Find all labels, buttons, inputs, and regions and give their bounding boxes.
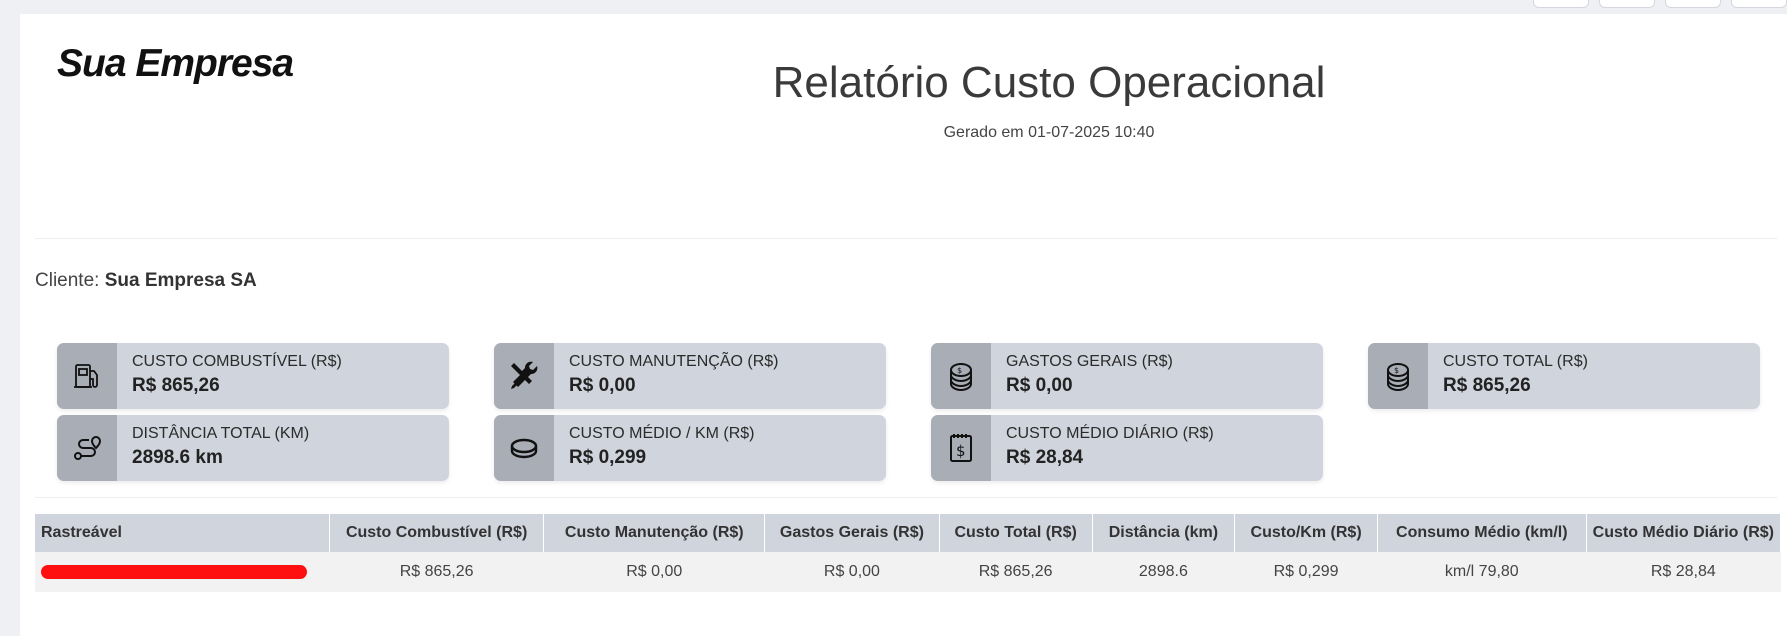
client-line: Cliente: Sua Empresa SA xyxy=(35,270,257,292)
report-page: Sua Empresa Relatório Custo Operacional … xyxy=(20,14,1787,636)
card-general-expenses: $ GASTOS GERAIS (R$) R$ 0,00 xyxy=(931,343,1323,409)
col-total-cost[interactable]: Custo Total (R$) xyxy=(939,514,1093,552)
company-logo: Sua Empresa xyxy=(57,42,294,85)
redaction-mark xyxy=(41,564,307,579)
divider xyxy=(35,238,1777,239)
table-header-row: Rastreável Custo Combustível (R$) Custo … xyxy=(35,514,1782,552)
cell-distance: 2898.6 xyxy=(1092,552,1235,592)
col-avg-daily-cost[interactable]: Custo Médio Diário (R$) xyxy=(1586,514,1782,552)
tools-icon xyxy=(494,343,554,409)
card-label: CUSTO MÉDIO / KM (R$) xyxy=(569,425,755,442)
card-total-distance: DISTÂNCIA TOTAL (KM) 2898.6 km xyxy=(57,415,449,481)
fuel-pump-icon xyxy=(57,343,117,409)
card-value: R$ 0,00 xyxy=(569,375,636,396)
col-trackable[interactable]: Rastreável xyxy=(35,514,330,552)
top-tab[interactable] xyxy=(1731,0,1787,8)
svg-text:$: $ xyxy=(956,442,966,460)
card-value: R$ 28,84 xyxy=(1006,447,1084,468)
card-value: R$ 0,00 xyxy=(1006,375,1073,396)
divider xyxy=(35,497,1777,498)
receipt-icon: $ xyxy=(931,415,991,481)
cell-total-cost: R$ 865,26 xyxy=(939,552,1093,592)
cell-trackable-redacted xyxy=(35,552,330,592)
col-fuel-cost[interactable]: Custo Combustível (R$) xyxy=(329,514,545,552)
col-distance[interactable]: Distância (km) xyxy=(1092,514,1236,552)
col-maintenance-cost[interactable]: Custo Manutenção (R$) xyxy=(543,514,766,552)
cell-avg-daily-cost: R$ 28,84 xyxy=(1586,552,1781,592)
page-title: Relatório Custo Operacional xyxy=(772,58,1326,107)
svg-text:$: $ xyxy=(957,366,962,375)
table-row: R$ 865,26 R$ 0,00 R$ 0,00 R$ 865,26 2898… xyxy=(35,552,1781,592)
cell-cost-per-km: R$ 0,299 xyxy=(1234,552,1378,592)
card-value: R$ 0,299 xyxy=(569,447,647,468)
cell-avg-consumption: km/l 79,80 xyxy=(1377,552,1587,592)
svg-text:$: $ xyxy=(1394,366,1399,375)
card-value: 2898.6 km xyxy=(132,447,223,468)
col-general-expenses[interactable]: Gastos Gerais (R$) xyxy=(764,514,940,552)
cell-maintenance-cost: R$ 0,00 xyxy=(543,552,765,592)
client-name: Sua Empresa SA xyxy=(104,270,257,291)
card-label: GASTOS GERAIS (R$) xyxy=(1006,353,1173,370)
card-label: DISTÂNCIA TOTAL (KM) xyxy=(132,425,310,442)
coin-icon xyxy=(494,415,554,481)
card-value: R$ 865,26 xyxy=(132,375,220,396)
card-label: CUSTO COMBUSTÍVEL (R$) xyxy=(132,353,342,370)
col-cost-per-km[interactable]: Custo/Km (R$) xyxy=(1234,514,1378,552)
card-label: CUSTO MANUTENÇÃO (R$) xyxy=(569,353,779,370)
coins-stack-icon: $ xyxy=(931,343,991,409)
card-label: CUSTO MÉDIO DIÁRIO (R$) xyxy=(1006,425,1214,442)
card-avg-daily-cost: $ CUSTO MÉDIO DIÁRIO (R$) R$ 28,84 xyxy=(931,415,1323,481)
card-avg-cost-km: CUSTO MÉDIO / KM (R$) R$ 0,299 xyxy=(494,415,886,481)
top-tab[interactable] xyxy=(1599,0,1655,8)
coins-stack-icon: $ xyxy=(1368,343,1428,409)
top-tabs xyxy=(1533,0,1787,8)
card-maintenance-cost: CUSTO MANUTENÇÃO (R$) R$ 0,00 xyxy=(494,343,886,409)
top-tab[interactable] xyxy=(1665,0,1721,8)
card-label: CUSTO TOTAL (R$) xyxy=(1443,353,1588,370)
cell-fuel-cost: R$ 865,26 xyxy=(329,552,544,592)
card-fuel-cost: CUSTO COMBUSTÍVEL (R$) R$ 865,26 xyxy=(57,343,449,409)
generated-timestamp: Gerado em 01-07-2025 10:40 xyxy=(943,124,1155,141)
cell-general-expenses: R$ 0,00 xyxy=(764,552,940,592)
top-tab[interactable] xyxy=(1533,0,1589,8)
route-icon xyxy=(57,415,117,481)
card-total-cost: $ CUSTO TOTAL (R$) R$ 865,26 xyxy=(1368,343,1760,409)
client-label: Cliente: xyxy=(35,270,100,291)
card-value: R$ 865,26 xyxy=(1443,375,1531,396)
col-avg-consumption[interactable]: Consumo Médio (km/l) xyxy=(1377,514,1587,552)
cost-table: Rastreável Custo Combustível (R$) Custo … xyxy=(35,514,1782,592)
